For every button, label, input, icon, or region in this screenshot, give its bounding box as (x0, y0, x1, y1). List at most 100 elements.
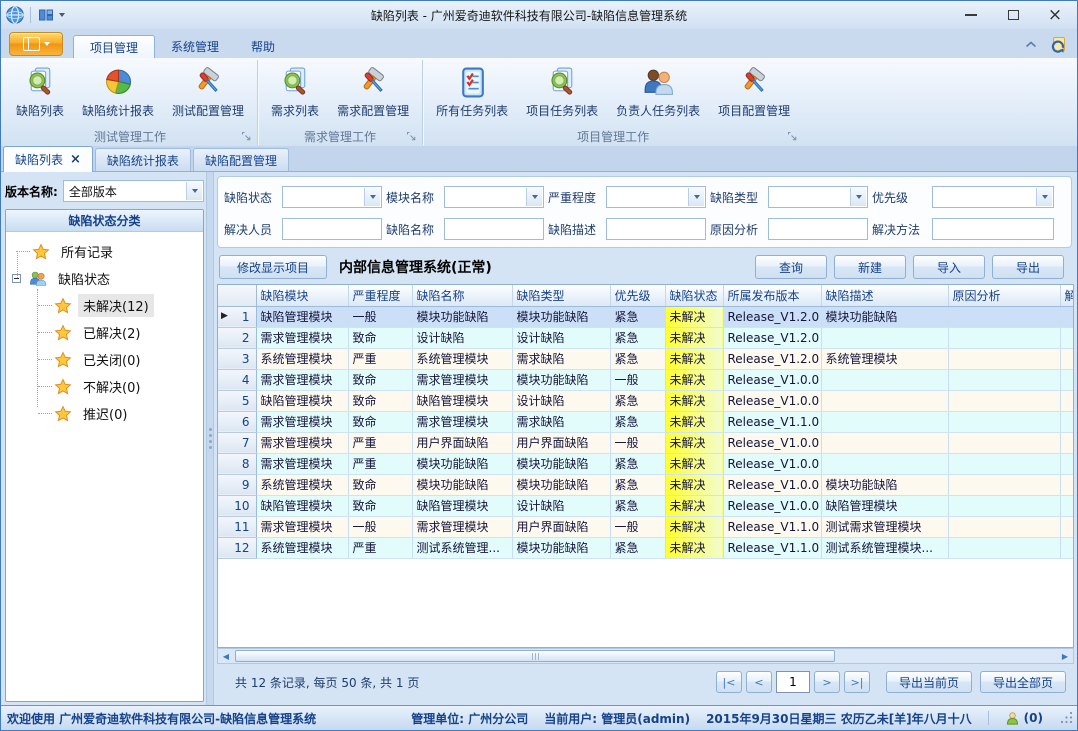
table-row[interactable]: 6需求管理模块致命需求管理模块需求缺陷紧急未解决Release_V1.1.0 (218, 411, 1074, 432)
table-row[interactable]: 7需求管理模块严重用户界面缺陷用户界面缺陷一般未解决Release_V1.0.0 (218, 432, 1074, 453)
table-row[interactable]: 9系统管理模块致命模块功能缺陷模块功能缺陷紧急未解决Release_V1.0.0… (218, 474, 1074, 495)
filter-input[interactable] (444, 218, 544, 240)
tree-item[interactable]: 未解决(12) (6, 292, 203, 319)
dropdown-arrow-icon[interactable] (688, 188, 704, 206)
modify-columns-button[interactable]: 修改显示项目 (219, 255, 327, 279)
tree-item[interactable]: 已解决(2) (6, 319, 203, 346)
pager-next-button[interactable]: > (814, 671, 840, 693)
row-number-cell[interactable]: 4 (218, 369, 256, 390)
row-number-cell[interactable]: 3 (218, 348, 256, 369)
table-row[interactable]: 1▶缺陷管理模块一般模块功能缺陷模块功能缺陷紧急未解决Release_V1.2.… (218, 306, 1074, 327)
dropdown-arrow-icon[interactable] (850, 188, 866, 206)
dropdown-arrow-icon[interactable] (186, 182, 202, 200)
filter-input[interactable] (768, 218, 868, 240)
maximize-button[interactable] (995, 4, 1031, 26)
row-number-cell[interactable]: 6 (218, 411, 256, 432)
table-row[interactable]: 5缺陷管理模块致命缺陷管理模块设计缺陷紧急未解决Release_V1.0.0 (218, 390, 1074, 411)
person-status-icon[interactable] (1005, 711, 1020, 726)
ribbon-button[interactable]: 缺陷列表 (7, 62, 73, 121)
ribbon-button[interactable]: 负责人任务列表 (607, 62, 709, 121)
export-button[interactable]: 导出 (992, 255, 1064, 279)
row-number-cell[interactable]: 9 (218, 474, 256, 495)
column-header[interactable]: 解决方法 (1060, 285, 1074, 306)
close-icon[interactable]: × (70, 153, 81, 166)
filter-input[interactable] (606, 218, 706, 240)
dialog-launcher-icon[interactable] (406, 131, 417, 142)
table-row[interactable]: 11需求管理模块一般需求管理模块用户界面缺陷一般未解决Release_V1.1.… (218, 516, 1074, 537)
page-number-input[interactable] (776, 671, 810, 693)
table-row[interactable]: 8需求管理模块严重模块功能缺陷模块功能缺陷紧急未解决Release_V1.0.0 (218, 453, 1074, 474)
export-current-page-button[interactable]: 导出当前页 (886, 671, 972, 693)
table-row[interactable]: 2需求管理模块致命设计缺陷设计缺陷紧急未解决Release_V1.2.0 (218, 327, 1074, 348)
dropdown-arrow-icon[interactable] (526, 188, 542, 206)
quick-access-caret-icon[interactable] (59, 13, 65, 17)
app-menu-button[interactable] (9, 32, 63, 56)
row-number-cell[interactable]: 1▶ (218, 306, 256, 327)
scroll-left-icon[interactable]: ◀ (218, 649, 234, 663)
version-combobox[interactable]: 全部版本 (63, 180, 204, 202)
table-row[interactable]: 12系统管理模块严重测试系统管理...模块功能缺陷紧急未解决Release_V1… (218, 537, 1074, 558)
dialog-launcher-icon[interactable] (787, 131, 798, 142)
tree-item[interactable]: 不解决(0) (6, 373, 203, 400)
ribbon-button[interactable]: 项目任务列表 (517, 62, 607, 121)
new-button[interactable]: 新建 (834, 255, 906, 279)
row-number-cell[interactable]: 10 (218, 495, 256, 516)
dropdown-arrow-icon[interactable] (1036, 188, 1052, 206)
column-header[interactable]: 所属发布版本 (723, 285, 821, 306)
ribbon-tab[interactable]: 系统管理 (155, 35, 235, 58)
ribbon-button[interactable]: 测试配置管理 (163, 62, 253, 121)
globe-icon[interactable] (5, 5, 25, 25)
filter-input[interactable] (932, 218, 1054, 240)
column-header[interactable]: 严重程度 (348, 285, 412, 306)
column-header[interactable]: 原因分析 (948, 285, 1060, 306)
scrollbar-thumb[interactable] (235, 650, 835, 662)
ribbon-tab[interactable]: 帮助 (235, 35, 291, 58)
tree-item[interactable]: 已关闭(0) (6, 346, 203, 373)
resize-grip[interactable] (1061, 712, 1073, 724)
close-button[interactable]: × (1037, 4, 1073, 26)
filter-select[interactable] (282, 186, 382, 208)
column-header[interactable]: 缺陷名称 (412, 285, 512, 306)
column-header[interactable]: 缺陷类型 (512, 285, 610, 306)
ribbon-button[interactable]: 所有任务列表 (427, 62, 517, 121)
scroll-right-icon[interactable]: ▶ (1057, 649, 1073, 663)
query-button[interactable]: 查询 (755, 255, 827, 279)
column-header[interactable]: 缺陷描述 (821, 285, 948, 306)
collapse-ribbon-icon[interactable] (1025, 41, 1037, 49)
table-row[interactable]: 10缺陷管理模块致命缺陷管理模块设计缺陷紧急未解决Release_V1.0.0缺… (218, 495, 1074, 516)
filter-select[interactable] (932, 186, 1054, 208)
dropdown-arrow-icon[interactable] (364, 188, 380, 206)
document-tab[interactable]: 缺陷统计报表 (95, 148, 191, 171)
splitter-handle[interactable] (206, 172, 214, 705)
document-tab[interactable]: 缺陷配置管理 (193, 148, 289, 171)
tree-item[interactable]: 所有记录 (6, 238, 203, 265)
row-number-cell[interactable]: 2 (218, 327, 256, 348)
minimize-button[interactable] (953, 4, 989, 26)
help-sync-icon[interactable] (1049, 36, 1067, 54)
pager-first-button[interactable]: |< (716, 671, 742, 693)
filter-select[interactable] (768, 186, 868, 208)
filter-select[interactable] (444, 186, 544, 208)
tree-item[interactable]: 缺陷状态 (6, 265, 203, 292)
filter-input[interactable] (282, 218, 382, 240)
column-header[interactable]: 优先级 (610, 285, 665, 306)
quick-access-icon[interactable] (36, 5, 56, 25)
filter-select[interactable] (606, 186, 706, 208)
pager-prev-button[interactable]: < (746, 671, 772, 693)
table-row[interactable]: 4需求管理模块致命需求管理模块模块功能缺陷一般未解决Release_V1.0.0 (218, 369, 1074, 390)
ribbon-button[interactable]: 需求列表 (262, 62, 328, 121)
ribbon-tab[interactable]: 项目管理 (73, 35, 155, 58)
dialog-launcher-icon[interactable] (241, 131, 252, 142)
row-number-cell[interactable]: 8 (218, 453, 256, 474)
horizontal-scrollbar[interactable]: ◀ ▶ (217, 648, 1074, 664)
row-number-cell[interactable]: 12 (218, 537, 256, 558)
column-header[interactable]: 缺陷模块 (256, 285, 348, 306)
tree-item[interactable]: 推迟(0) (6, 400, 203, 427)
document-tab[interactable]: 缺陷列表× (3, 146, 93, 172)
column-header[interactable]: 缺陷状态 (665, 285, 723, 306)
ribbon-button[interactable]: 需求配置管理 (328, 62, 418, 121)
table-row[interactable]: 3系统管理模块严重系统管理模块需求缺陷紧急未解决Release_V1.2.0系统… (218, 348, 1074, 369)
export-all-pages-button[interactable]: 导出全部页 (980, 671, 1066, 693)
ribbon-button[interactable]: 项目配置管理 (709, 62, 799, 121)
row-number-cell[interactable]: 5 (218, 390, 256, 411)
